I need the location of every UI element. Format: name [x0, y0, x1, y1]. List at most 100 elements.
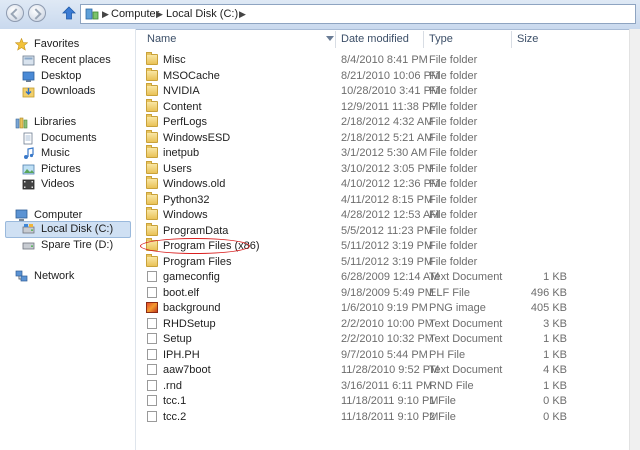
file-type: Text Document: [429, 364, 503, 376]
file-type: File folder: [429, 209, 478, 221]
breadcrumb-local-disk[interactable]: Local Disk (C:): [166, 8, 238, 20]
folder-icon: [146, 83, 158, 96]
file-icon: [147, 379, 157, 391]
file-row[interactable]: ProgramData 5/5/2012 11:23 PM File folder: [140, 222, 560, 239]
file-icon: [147, 333, 157, 344]
file-row[interactable]: inetpub 3/1/2012 5:30 AM File folder: [140, 145, 560, 161]
file-type: File folder: [429, 85, 478, 97]
file-type: RND File: [429, 379, 474, 392]
file-name: Windows.old: [163, 178, 226, 190]
file-name: Python32: [163, 193, 210, 206]
file-row[interactable]: .rnd 3/16/2011 6:11 PM RND File 1 KB: [140, 378, 567, 394]
file-type: ELF File: [429, 286, 470, 299]
file-row[interactable]: gameconfig 6/28/2009 12:14 AM Text Documen…: [140, 269, 567, 285]
breadcrumb-separator-icon: ▶: [102, 9, 109, 19]
nav-item-label: Desktop: [41, 70, 82, 82]
folder-icon: [146, 145, 158, 158]
file-row[interactable]: tcc.1 11/18/2011 9:10 PM 1 File 0 KB: [140, 393, 567, 409]
file-type: File folder: [429, 255, 478, 268]
file-icon: [147, 364, 157, 375]
folder-icon: [146, 67, 158, 81]
sort-descending-icon: [326, 36, 334, 41]
file-size: 1 KB: [543, 348, 567, 361]
file-row[interactable]: Program Files 5/11/2012 3:19 PM File folde…: [140, 253, 560, 270]
file-name: .rnd: [163, 379, 182, 392]
forward-button[interactable]: [28, 4, 46, 22]
file-size: 496 KB: [530, 286, 567, 299]
up-button[interactable]: [62, 6, 76, 20]
file-row[interactable]: Windows 4/28/2012 12:53 AM File folder: [140, 207, 560, 223]
file-row[interactable]: RHDSetup 2/2/2010 10:00 PM Text Document 3 …: [140, 316, 567, 332]
file-type: File folder: [429, 116, 478, 128]
folder-icon: [146, 160, 158, 174]
back-button[interactable]: [6, 4, 24, 22]
file-date-modified: 2/2/2010 10:00 PM: [341, 317, 434, 330]
folder-icon: [146, 114, 158, 127]
file-date-modified: 3/10/2012 3:05 PM: [341, 162, 434, 175]
file-row[interactable]: WindowsESD 2/18/2012 5:21 AM File folder: [140, 129, 560, 146]
column-divider[interactable]: [511, 31, 512, 48]
file-row[interactable]: Content 12/9/2011 11:38 PM File folder: [140, 98, 560, 115]
file-row[interactable]: boot.elf 9/18/2009 5:49 PM ELF File 496 KB: [140, 285, 567, 301]
breadcrumb-separator-icon: ▶: [156, 9, 163, 19]
nav-item-label: Videos: [41, 178, 75, 190]
breadcrumb-computer[interactable]: Computer: [111, 8, 159, 20]
videos-icon: [22, 179, 35, 190]
file-date-modified: 4/11/2012 8:15 PM: [341, 193, 434, 206]
file-size: 3 KB: [543, 317, 567, 330]
column-header-date-modified[interactable]: Date modified: [341, 31, 409, 48]
file-name: gameconfig: [163, 271, 220, 283]
file-date-modified: 3/16/2011 6:11 PM: [341, 379, 433, 392]
file-size: 0 KB: [543, 395, 567, 407]
file-type: File folder: [429, 131, 478, 144]
column-divider[interactable]: [335, 31, 336, 48]
file-icon: [147, 271, 157, 282]
file-date-modified: 1/6/2010 9:19 PM: [341, 302, 428, 314]
file-size: 1 KB: [543, 379, 567, 392]
column-header-size[interactable]: Size: [517, 31, 538, 48]
address-bar[interactable]: ▶ Computer ▶ Local Disk (C:) ▶: [80, 4, 636, 24]
file-date-modified: 12/9/2011 11:38 PM: [341, 100, 439, 113]
nav-favorites-label: Favorites: [34, 38, 80, 50]
file-row[interactable]: NVIDIA 10/28/2010 3:41 PM File folder: [140, 83, 560, 99]
file-size: 0 KB: [543, 410, 567, 423]
file-row[interactable]: aaw7boot 11/28/2010 9:52 PM Text Document 4…: [140, 362, 567, 378]
column-divider[interactable]: [423, 31, 424, 48]
file-date-modified: 9/18/2009 5:49 PM: [341, 286, 434, 299]
file-type: Text Document: [429, 271, 503, 283]
file-size: 1 KB: [543, 271, 567, 283]
file-row[interactable]: Misc 8/4/2010 8:41 PM File folder: [140, 52, 560, 68]
column-header-type[interactable]: Type: [429, 31, 453, 48]
file-row[interactable]: background 1/6/2010 9:19 PM PNG image 405 K…: [140, 300, 567, 316]
file-row[interactable]: PerfLogs 2/18/2012 4:32 AM File folder: [140, 114, 560, 130]
file-name: tcc.1: [163, 395, 187, 407]
file-date-modified: 4/28/2012 12:53 AM: [341, 209, 440, 221]
file-size: 405 KB: [530, 302, 567, 314]
vertical-scrollbar[interactable]: [629, 29, 640, 450]
image-icon: [146, 302, 158, 313]
file-type: File folder: [429, 224, 478, 237]
file-icon: [147, 410, 157, 422]
folder-icon: [146, 52, 158, 65]
file-date-modified: 2/18/2012 5:21 AM: [341, 131, 434, 144]
file-row[interactable]: Python32 4/11/2012 8:15 PM File folder: [140, 191, 560, 208]
explorer-window: ▶ Computer ▶ Local Disk (C:) ▶ Favorites…: [0, 0, 640, 450]
file-name: NVIDIA: [163, 85, 200, 97]
downloads-icon: [22, 87, 35, 98]
file-row[interactable]: IPH.PH 9/7/2010 5:44 PM PH File 1 KB: [140, 347, 567, 363]
file-row[interactable]: tcc.2 11/18/2011 9:10 PM 2 File 0 KB: [140, 409, 567, 425]
folder-icon: [146, 176, 158, 189]
file-type: File folder: [429, 178, 478, 190]
file-name: inetpub: [163, 147, 200, 159]
file-row[interactable]: MSOCache 8/21/2010 10:06 PM File folder: [140, 67, 560, 84]
nav-item-label: Downloads: [41, 85, 96, 97]
file-row[interactable]: Windows.old 4/10/2012 12:36 PM File folder: [140, 176, 560, 192]
file-row[interactable]: Setup 2/2/2010 10:32 PM Text Document 1 KB: [140, 331, 567, 347]
recent-places-icon: [22, 55, 35, 66]
folder-icon: [146, 222, 158, 236]
column-header-name[interactable]: Name: [147, 31, 176, 48]
file-row[interactable]: Users 3/10/2012 3:05 PM File folder: [140, 160, 560, 177]
back-arrow-icon: [10, 8, 22, 20]
file-type: File folder: [429, 69, 478, 82]
star-icon: [15, 38, 28, 51]
